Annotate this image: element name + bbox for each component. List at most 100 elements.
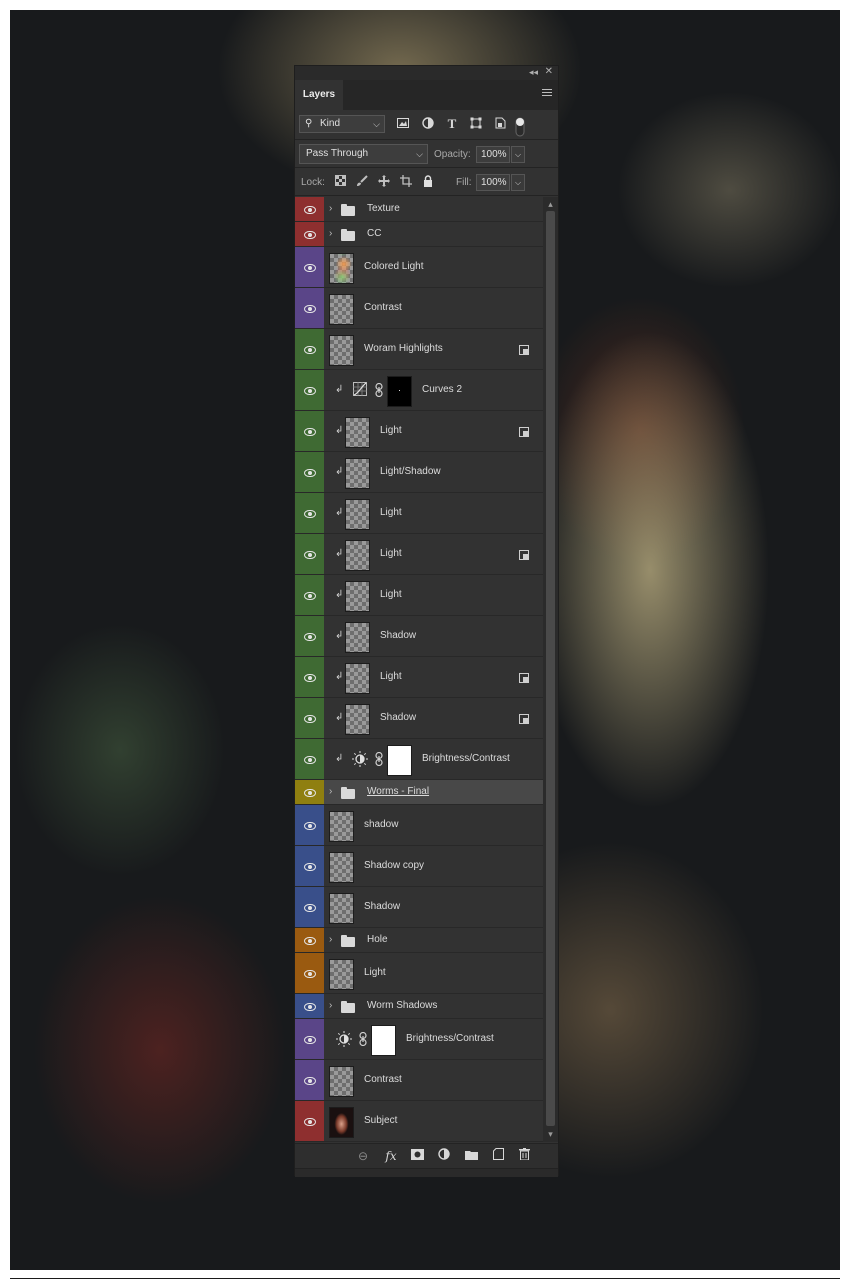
- lock-all-icon[interactable]: [421, 175, 435, 189]
- visibility-eye-icon[interactable]: [304, 1002, 316, 1011]
- panel-menu-icon[interactable]: [542, 89, 552, 99]
- layer-row[interactable]: › CC: [295, 222, 543, 247]
- layer-thumbnail[interactable]: [345, 580, 370, 612]
- new-group-folder-icon[interactable]: [463, 1148, 479, 1164]
- layer-thumbnail[interactable]: [329, 958, 354, 990]
- visibility-eye-icon[interactable]: [304, 468, 316, 477]
- layer-thumbnail[interactable]: [329, 810, 354, 842]
- layer-thumbnail[interactable]: [345, 621, 370, 653]
- collapse-icon[interactable]: ◂◂: [529, 67, 538, 78]
- mask-link-chain-icon[interactable]: [359, 1031, 367, 1049]
- lock-position-move-icon[interactable]: [377, 175, 391, 189]
- visibility-eye-icon[interactable]: [304, 788, 316, 797]
- add-mask-icon[interactable]: [409, 1148, 425, 1164]
- layer-row[interactable]: Woram Highlights: [295, 329, 543, 370]
- layer-name[interactable]: Shadow: [364, 901, 400, 912]
- layer-name[interactable]: Contrast: [364, 302, 402, 313]
- delete-layer-trash-icon[interactable]: [516, 1148, 532, 1164]
- layer-name[interactable]: shadow: [364, 819, 398, 830]
- layer-name[interactable]: Contrast: [364, 1074, 402, 1085]
- layer-name[interactable]: Brightness/Contrast: [406, 1033, 494, 1044]
- tab-layers[interactable]: Layers: [295, 80, 343, 110]
- layer-thumbnail[interactable]: [329, 334, 354, 366]
- fx-icon[interactable]: fx: [383, 1148, 399, 1164]
- visibility-eye-icon[interactable]: [304, 936, 316, 945]
- layer-row[interactable]: Colored Light: [295, 247, 543, 288]
- layer-row[interactable]: Subject: [295, 1101, 543, 1142]
- scroll-up-icon[interactable]: ▴: [545, 199, 556, 210]
- layer-row[interactable]: ↲ Light: [295, 534, 543, 575]
- scrollbar-thumb[interactable]: [546, 211, 555, 1126]
- layer-thumbnail[interactable]: [345, 457, 370, 489]
- visibility-eye-icon[interactable]: [304, 632, 316, 641]
- layer-name[interactable]: Colored Light: [364, 261, 423, 272]
- visibility-eye-icon[interactable]: [304, 1076, 316, 1085]
- layer-name[interactable]: Light: [364, 967, 386, 978]
- visibility-eye-icon[interactable]: [304, 345, 316, 354]
- smart-object-filter-icon[interactable]: [493, 117, 507, 131]
- layer-mask-thumbnail[interactable]: [387, 744, 412, 776]
- layer-row[interactable]: Shadow copy: [295, 846, 543, 887]
- layer-row[interactable]: › Worm Shadows: [295, 994, 543, 1019]
- layer-row[interactable]: › Worms - Final: [295, 780, 543, 805]
- layer-thumbnail[interactable]: [345, 498, 370, 530]
- layer-row[interactable]: ↲ Light: [295, 493, 543, 534]
- layer-mask-thumbnail[interactable]: [371, 1024, 396, 1056]
- lock-artboard-crop-icon[interactable]: [399, 175, 413, 189]
- layer-mask-thumbnail[interactable]: [387, 375, 412, 407]
- layer-name[interactable]: Subject: [364, 1115, 397, 1126]
- opacity-dropdown-icon[interactable]: ⌵: [511, 146, 525, 163]
- type-filter-icon[interactable]: T: [445, 117, 459, 131]
- layer-name[interactable]: Texture: [367, 203, 400, 214]
- layer-name[interactable]: Light: [380, 425, 402, 436]
- layer-name[interactable]: Light: [380, 507, 402, 518]
- layer-name[interactable]: Light/Shadow: [380, 466, 441, 477]
- layer-name[interactable]: Brightness/Contrast: [422, 753, 510, 764]
- layer-name[interactable]: Worm Shadows: [367, 1000, 437, 1011]
- visibility-eye-icon[interactable]: [304, 230, 316, 239]
- visibility-eye-icon[interactable]: [304, 591, 316, 600]
- visibility-eye-icon[interactable]: [304, 714, 316, 723]
- chevron-right-icon[interactable]: ›: [329, 228, 332, 239]
- lock-pixels-brush-icon[interactable]: [355, 175, 369, 189]
- layer-row[interactable]: shadow: [295, 805, 543, 846]
- image-filter-icon[interactable]: [396, 117, 410, 131]
- layer-name[interactable]: Woram Highlights: [364, 343, 443, 354]
- layer-row[interactable]: Contrast: [295, 288, 543, 329]
- layer-name[interactable]: Curves 2: [422, 384, 462, 395]
- visibility-eye-icon[interactable]: [304, 386, 316, 395]
- scroll-down-icon[interactable]: ▾: [545, 1129, 556, 1140]
- layer-row[interactable]: Brightness/Contrast: [295, 1019, 543, 1060]
- visibility-eye-icon[interactable]: [304, 1035, 316, 1044]
- layer-thumbnail[interactable]: [329, 252, 354, 284]
- layer-row[interactable]: › Hole: [295, 928, 543, 953]
- visibility-eye-icon[interactable]: [304, 509, 316, 518]
- filter-kind-select[interactable]: ⚲ Kind ⌵: [299, 115, 385, 133]
- layer-thumbnail[interactable]: [345, 703, 370, 735]
- layer-thumbnail[interactable]: [329, 1106, 354, 1138]
- layer-thumbnail[interactable]: [329, 1065, 354, 1097]
- layer-thumbnail[interactable]: [329, 851, 354, 883]
- layer-name[interactable]: Shadow: [380, 630, 416, 641]
- shape-filter-icon[interactable]: [469, 117, 483, 131]
- lock-transparent-icon[interactable]: [333, 175, 347, 189]
- layer-name[interactable]: Light: [380, 589, 402, 600]
- layers-scrollbar[interactable]: ▴ ▾: [543, 197, 558, 1142]
- layer-name[interactable]: Worms - Final: [367, 786, 429, 797]
- chevron-right-icon[interactable]: ›: [329, 786, 332, 797]
- mask-link-chain-icon[interactable]: [375, 382, 383, 400]
- chevron-right-icon[interactable]: ›: [329, 934, 332, 945]
- layer-name[interactable]: CC: [367, 228, 381, 239]
- layer-name[interactable]: Light: [380, 548, 402, 559]
- fill-dropdown-icon[interactable]: ⌵: [511, 174, 525, 191]
- mask-link-chain-icon[interactable]: [375, 751, 383, 769]
- layer-thumbnail[interactable]: [345, 416, 370, 448]
- panel-resize-handle[interactable]: [295, 1168, 558, 1177]
- new-layer-icon[interactable]: [490, 1148, 506, 1164]
- layer-row[interactable]: ↲ Shadow: [295, 698, 543, 739]
- visibility-eye-icon[interactable]: [304, 969, 316, 978]
- layer-row[interactable]: › Texture: [295, 197, 543, 222]
- visibility-eye-icon[interactable]: [304, 673, 316, 682]
- visibility-eye-icon[interactable]: [304, 862, 316, 871]
- visibility-eye-icon[interactable]: [304, 821, 316, 830]
